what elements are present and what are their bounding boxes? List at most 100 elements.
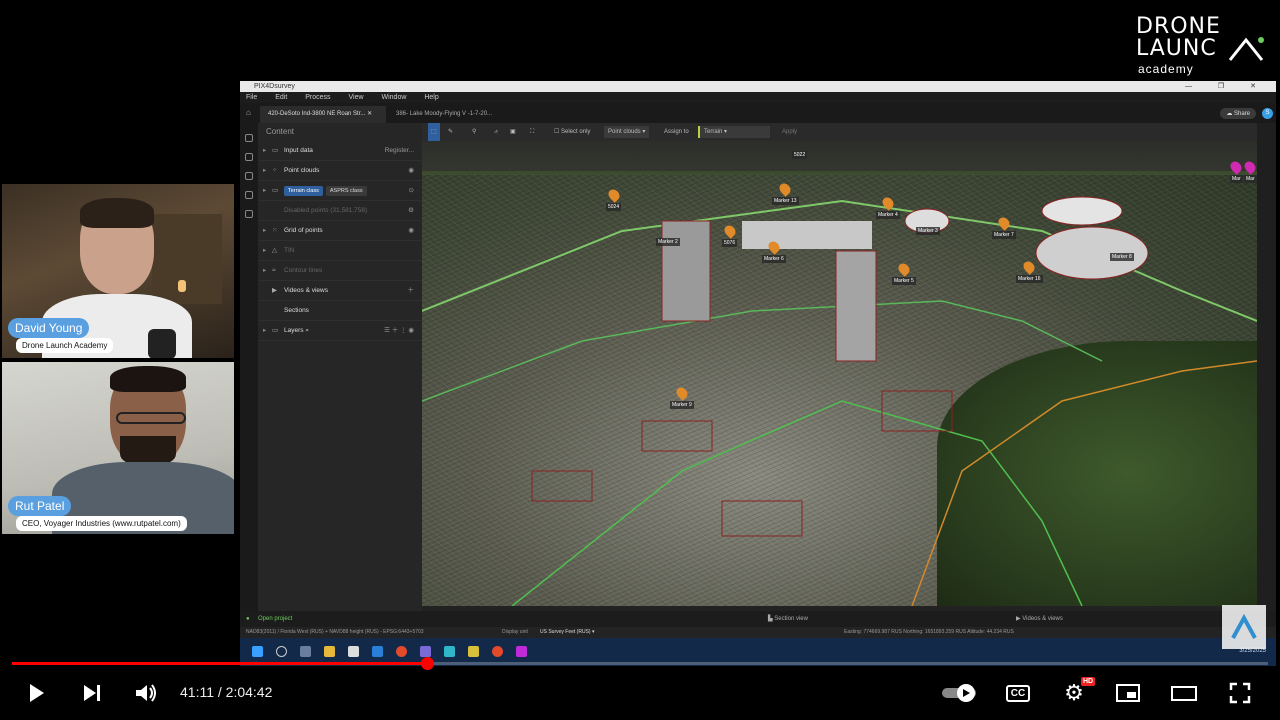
section-view-button[interactable]: ▙ Section view — [768, 611, 808, 627]
home-icon[interactable]: ⌂ — [246, 108, 251, 117]
volume-button[interactable] — [132, 680, 160, 706]
3d-viewport[interactable]: 5022 5024 Marker 13 Marker 2 5076 Marker… — [422, 141, 1257, 606]
progress-bar[interactable] — [12, 657, 1268, 670]
pen-tool-icon[interactable]: ✎ — [448, 123, 453, 141]
export-icon[interactable] — [245, 210, 253, 218]
asprs-class-chip[interactable]: ASPRS class — [325, 186, 367, 196]
terrain-dropdown[interactable]: Terrain ▾ — [698, 126, 770, 138]
row-grid-of-points[interactable]: ▸ ⁙ Grid of points ◉ — [258, 221, 422, 241]
next-button[interactable] — [78, 680, 106, 706]
marker[interactable]: Marker 8 — [1110, 251, 1134, 261]
miniplayer-button[interactable] — [1114, 680, 1142, 706]
menu-help[interactable]: Help — [424, 94, 438, 101]
app-icon[interactable] — [516, 646, 527, 657]
row-tin[interactable]: ▸ △ TIN — [258, 241, 422, 261]
marker[interactable]: Marker 7 — [992, 215, 1016, 239]
video-stage[interactable]: DRONE LAUNC academy David Young Drone La… — [0, 0, 1280, 720]
marker[interactable]: Marker 16 — [1016, 259, 1043, 283]
measure-icon[interactable] — [245, 191, 253, 199]
menu-process[interactable]: Process — [305, 94, 330, 101]
menu-file[interactable]: File — [246, 94, 257, 101]
viewport-toolbar: ⬚ ✎ ⚲ ⩘ ▣ ⛶ ☐ Select only Point clouds ▾… — [422, 123, 1276, 141]
marker[interactable]: Marker 13 — [772, 181, 799, 205]
duration: 2:04:42 — [225, 684, 273, 700]
search-icon[interactable] — [276, 646, 287, 657]
point-clouds-dropdown[interactable]: Point clouds ▾ — [604, 126, 650, 138]
marker[interactable]: Mar — [1242, 159, 1257, 183]
pix4d-icon[interactable] — [444, 646, 455, 657]
menu-view[interactable]: View — [349, 94, 364, 101]
register-link[interactable]: Register... — [385, 141, 414, 161]
window-controls[interactable]: — ❐ ✕ — [1185, 81, 1268, 92]
marker[interactable]: Marker 2 — [656, 236, 680, 246]
caret-icon[interactable]: ▸ — [263, 261, 266, 281]
settings-icon[interactable]: ⚙ — [408, 201, 414, 221]
app-icon[interactable] — [420, 646, 431, 657]
fullscreen-button[interactable] — [1226, 680, 1254, 706]
row-layers[interactable]: ▸ ▭ Layers ⌕ ☰ ＋ ⋮ ◉ — [258, 321, 422, 341]
app-icon[interactable] — [468, 646, 479, 657]
layers-icon[interactable] — [245, 153, 253, 161]
marker[interactable]: Mar — [1228, 159, 1245, 183]
settings-icon[interactable] — [245, 172, 253, 180]
caret-icon[interactable]: ▸ — [263, 221, 266, 241]
windows-start-icon[interactable] — [252, 646, 263, 657]
channel-watermark[interactable] — [1222, 605, 1266, 649]
select-tool-icon[interactable]: ⬚ — [428, 123, 440, 141]
row-input-data[interactable]: ▸ ▭ Input data Register... — [258, 141, 422, 161]
layer-actions[interactable]: ☰ ＋ ⋮ ◉ — [384, 321, 414, 341]
terrain-class-chip[interactable]: Terrain class — [284, 186, 323, 196]
autoplay-toggle[interactable] — [940, 680, 980, 706]
chrome-icon[interactable] — [492, 646, 503, 657]
theater-mode-button[interactable] — [1170, 680, 1198, 706]
caret-icon[interactable]: ▸ — [263, 141, 266, 161]
visibility-icon[interactable]: ◉ — [408, 221, 414, 241]
tab-project-1[interactable]: 420-DeSoto Ind-3800 NE Roan Str... ✕ — [260, 106, 386, 123]
add-icon[interactable]: ＋ — [408, 281, 415, 301]
marker[interactable]: Marker 3 — [916, 225, 940, 235]
apply-button[interactable]: Apply — [782, 123, 797, 141]
menu-edit[interactable]: Edit — [275, 94, 287, 101]
play-button[interactable] — [22, 680, 50, 706]
caret-icon[interactable]: ▸ — [263, 241, 266, 261]
file-explorer-icon[interactable] — [324, 646, 335, 657]
user-avatar[interactable]: S — [1262, 108, 1273, 119]
menu-window[interactable]: Window — [382, 94, 407, 101]
marker[interactable]: Marker 6 — [762, 239, 786, 263]
row-disabled-points[interactable]: Disabled points (31,581,758) ⚙ — [258, 201, 422, 221]
chrome-icon[interactable] — [396, 646, 407, 657]
row-sections[interactable]: Sections — [258, 301, 422, 321]
toggle-icon[interactable]: ⊙ — [409, 181, 414, 201]
content-icon[interactable] — [245, 134, 253, 142]
pin-tool-icon[interactable]: ⚲ — [472, 123, 476, 141]
share-button[interactable]: ☁ Share — [1220, 108, 1256, 119]
scrubber-handle[interactable] — [420, 657, 434, 670]
visibility-icon[interactable]: ◉ — [408, 161, 414, 181]
box-tool-icon[interactable]: ▣ — [510, 123, 516, 141]
filter-tool-icon[interactable]: ⛶ — [530, 123, 534, 141]
caret-icon[interactable]: ▸ — [263, 161, 266, 181]
tab-project-2[interactable]: 386- Lake Moody-Flying V -1-7-20... — [388, 106, 508, 123]
captions-button[interactable]: CC — [1004, 680, 1032, 706]
road-tool-icon[interactable]: ⩘ — [494, 123, 497, 141]
marker[interactable]: 5024 — [605, 187, 622, 211]
marker[interactable]: 5022 — [792, 149, 808, 159]
row-point-clouds[interactable]: ▸ ⁘ Point clouds ◉ — [258, 161, 422, 181]
row-contour-lines[interactable]: ▸ ≈ Contour lines — [258, 261, 422, 281]
marker[interactable]: Marker 9 — [670, 385, 694, 409]
marker[interactable]: Marker 4 — [876, 195, 900, 219]
edge-icon[interactable] — [372, 646, 383, 657]
row-videos-views[interactable]: ▶ Videos & views ＋ — [258, 281, 422, 301]
caret-icon[interactable]: ▸ — [263, 321, 266, 341]
select-only-checkbox[interactable]: ☐ Select only — [554, 123, 590, 141]
right-rail[interactable] — [1257, 123, 1276, 611]
task-view-icon[interactable] — [300, 646, 311, 657]
document-icon[interactable] — [348, 646, 359, 657]
row-classification[interactable]: ▸ ▭ Terrain class ASPRS class ⊙ — [258, 181, 422, 201]
marker[interactable]: 5076 — [721, 223, 738, 247]
videos-views-button[interactable]: ▶ Videos & views — [1016, 611, 1063, 627]
marker[interactable]: Marker 5 — [892, 261, 916, 285]
caret-icon[interactable]: ▸ — [263, 181, 266, 201]
display-unit-dropdown[interactable]: US Survey Feet (RUS) ▾ — [540, 627, 594, 638]
search-icon[interactable]: ⌕ — [305, 327, 309, 334]
